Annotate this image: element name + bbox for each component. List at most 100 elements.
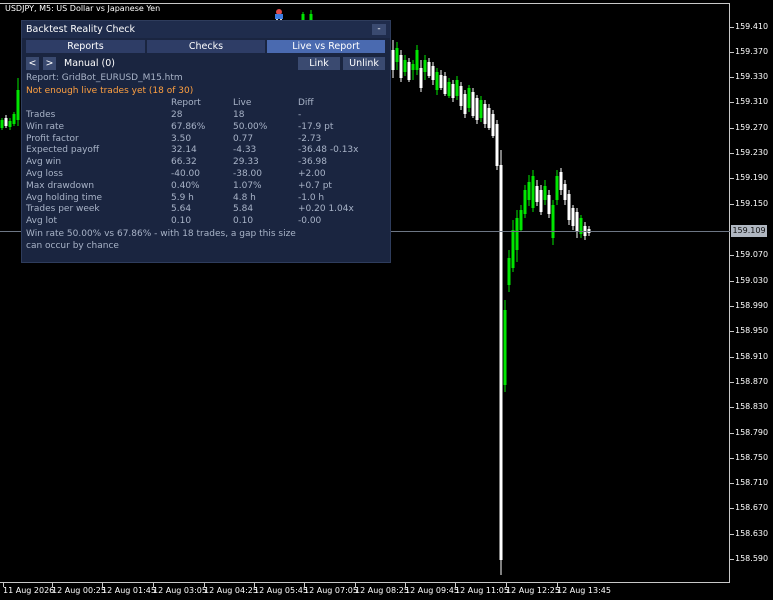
price-axis-tick — [730, 255, 734, 256]
price-axis-label: 159.370 — [735, 47, 769, 56]
metric-cell: Profit factor — [26, 133, 79, 144]
conclusion-text: Win rate 50.00% vs 67.86% - with 18 trad… — [26, 228, 326, 252]
candle-body — [543, 186, 547, 200]
candle-body — [511, 230, 515, 268]
time-axis-label: 12 Aug 12:25 — [506, 586, 560, 595]
price-axis-tick — [730, 128, 734, 129]
price-axis-label: 159.410 — [735, 22, 769, 31]
panel-title: Backtest Reality Check — [26, 24, 136, 35]
price-axis-tick — [730, 102, 734, 103]
time-axis-tick — [52, 583, 53, 587]
price-axis-label: 158.670 — [735, 503, 769, 512]
metric-cell: Avg loss — [26, 169, 63, 179]
metric-cell: Trades — [26, 110, 56, 120]
time-axis-label: 12 Aug 00:25 — [52, 586, 106, 595]
manual-link-status: Manual (0) — [64, 58, 115, 69]
price-axis-tick — [730, 77, 734, 78]
candle-body — [487, 108, 491, 128]
price-axis-label: 158.950 — [735, 326, 769, 335]
time-axis-label: 12 Aug 07:05 — [304, 586, 358, 595]
price-axis-tick — [730, 331, 734, 332]
metric-cell: Win rate — [26, 121, 65, 132]
price-axis-tick — [730, 27, 734, 28]
report-value-cell: 5.64 — [171, 204, 192, 215]
candle-body — [435, 72, 439, 90]
price-axis-label: 159.270 — [735, 123, 769, 132]
price-axis-label: 159.330 — [735, 72, 769, 81]
price-axis-label: 159.070 — [735, 250, 769, 259]
candle-body — [499, 165, 503, 560]
diff-value-cell: +0.7 pt — [298, 180, 332, 191]
live-value-cell: 4.8 h — [233, 192, 256, 203]
link-button[interactable]: Link — [298, 57, 340, 70]
table-row: Profit factor 3.50 0.77 -2.73 — [22, 134, 390, 146]
time-axis-tick — [102, 583, 103, 587]
candle-body — [471, 92, 475, 116]
candle-body — [495, 124, 499, 166]
price-axis-tick — [730, 178, 734, 179]
report-value-cell: 28 — [171, 110, 183, 120]
metric-cell: Avg lot — [26, 216, 58, 227]
time-axis-tick — [355, 583, 356, 587]
time-axis-label: 12 Aug 04:25 — [204, 586, 258, 595]
candle-body — [507, 258, 511, 285]
time-axis-tick — [506, 583, 507, 587]
table-row: Avg holding time 5.9 h 4.8 h -1.0 h — [22, 193, 390, 205]
time-axis-tick — [3, 583, 4, 587]
live-value-cell: -4.33 — [233, 145, 257, 156]
sample-size-warning: Not enough live trades yet (18 of 30) — [26, 86, 194, 96]
candle-body — [571, 208, 575, 226]
report-value-cell: 3.50 — [171, 133, 192, 144]
tab-live-vs-report[interactable]: Live vs Report — [267, 40, 385, 53]
candle-body — [523, 190, 527, 214]
price-axis-label: 158.990 — [735, 301, 769, 310]
candle-body — [427, 62, 431, 76]
candle-body — [403, 60, 407, 72]
price-axis-tick — [730, 433, 734, 434]
candle-body — [447, 82, 451, 96]
diff-value-cell: -36.48 -0.13x — [298, 145, 359, 156]
candle-body — [515, 218, 519, 250]
candle-body — [8, 121, 12, 127]
candle-body — [539, 190, 543, 212]
candle-body — [535, 186, 539, 202]
price-axis-tick — [730, 382, 734, 383]
report-file-label: Report: GridBot_EURUSD_M15.htm — [26, 73, 183, 83]
time-axis-tick — [204, 583, 205, 587]
next-button[interactable]: > — [43, 57, 56, 70]
price-axis-label: 158.830 — [735, 402, 769, 411]
candle-body — [443, 76, 447, 94]
metric-cell: Avg win — [26, 157, 62, 168]
candle-body — [559, 172, 563, 190]
tab-reports[interactable]: Reports — [26, 40, 145, 53]
diff-value-cell: -17.9 pt — [298, 121, 334, 132]
price-axis-tick — [730, 559, 734, 560]
unlink-button[interactable]: Unlink — [343, 57, 385, 70]
prev-button[interactable]: < — [26, 57, 39, 70]
price-axis-label: 159.230 — [735, 148, 769, 157]
column-header-live: Live — [233, 98, 252, 108]
candle-body — [467, 88, 471, 108]
diff-value-cell: -2.73 — [298, 133, 322, 144]
time-axis-label: 12 Aug 11:05 — [455, 586, 509, 595]
candle-body — [483, 104, 487, 124]
table-row: Trades 28 18 - — [22, 110, 390, 122]
minimize-button[interactable]: - — [372, 24, 386, 35]
candle-body — [555, 176, 559, 200]
diff-value-cell: -0.00 — [298, 216, 322, 227]
price-axis-label: 158.910 — [735, 352, 769, 361]
metric-cell: Max drawdown — [26, 180, 95, 191]
price-axis-label: 159.150 — [735, 199, 769, 208]
tab-checks[interactable]: Checks — [147, 40, 265, 53]
live-value-cell: 5.84 — [233, 204, 254, 215]
column-header-diff: Diff — [298, 98, 314, 108]
candle-body — [0, 120, 4, 128]
table-row: Expected payoff 32.14 -4.33 -36.48 -0.13x — [22, 145, 390, 157]
candle-body — [551, 205, 555, 238]
price-axis-label: 158.750 — [735, 453, 769, 462]
candle-body — [463, 94, 467, 114]
report-value-cell: 66.32 — [171, 157, 197, 168]
panel-header[interactable]: Backtest Reality Check - — [22, 21, 390, 38]
table-row: Win rate 67.86% 50.00% -17.9 pt — [22, 122, 390, 134]
price-axis-label: 158.710 — [735, 478, 769, 487]
